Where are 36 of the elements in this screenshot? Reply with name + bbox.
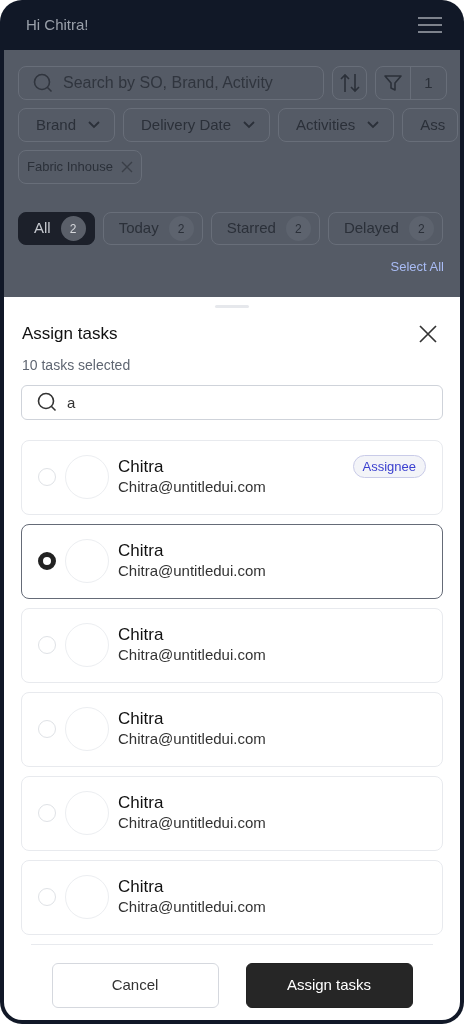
- assign-button[interactable]: Assign tasks: [245, 962, 413, 1008]
- count-badge: 2: [60, 216, 86, 241]
- user-name: Chitra: [118, 877, 165, 898]
- sort-button[interactable]: [332, 66, 367, 100]
- user-email: Chitra@untitledui.com: [118, 813, 266, 833]
- sort-icon: [338, 72, 361, 94]
- user-email: Chitra@untitledui.com: [118, 897, 266, 917]
- menu-icon[interactable]: [418, 16, 442, 34]
- filter-icon: [383, 73, 403, 93]
- assignee-badge: Assignee: [352, 454, 426, 478]
- close-icon[interactable]: [419, 324, 437, 343]
- selected-count-text: 10 tasks selected: [22, 356, 131, 373]
- user-option[interactable]: Chitra Chitra@untitledui.com: [21, 691, 443, 767]
- search-field[interactable]: a: [21, 384, 443, 420]
- user-option[interactable]: Chitra Chitra@untitledui.com: [21, 607, 443, 683]
- search-icon: [37, 391, 57, 412]
- user-name: Chitra: [118, 793, 165, 814]
- user-option[interactable]: Chitra Chitra@untitledui.com: [21, 523, 443, 599]
- user-email: Chitra@untitledui.com: [118, 477, 266, 497]
- cancel-button[interactable]: Cancel: [51, 962, 219, 1008]
- user-email: Chitra@untitledui.com: [118, 729, 266, 749]
- select-all-link[interactable]: Select All: [390, 257, 444, 277]
- user-name: Chitra: [118, 457, 165, 478]
- user-name: Chitra: [118, 541, 165, 562]
- greeting-text: Hi Chitra!: [26, 14, 89, 35]
- user-name: Chitra: [118, 709, 165, 730]
- segment-tab[interactable]: All 2: [18, 212, 95, 245]
- user-email: Chitra@untitledui.com: [118, 561, 266, 581]
- search-icon: [33, 73, 53, 93]
- user-option[interactable]: Chitra Chitra@untitledui.com Assignee: [21, 439, 443, 515]
- user-option[interactable]: Chitra Chitra@untitledui.com: [21, 775, 443, 851]
- user-name: Chitra: [118, 625, 165, 646]
- user-email: Chitra@untitledui.com: [118, 645, 266, 665]
- sheet-title: Assign tasks: [22, 323, 118, 345]
- user-option[interactable]: Chitra Chitra@untitledui.com: [21, 859, 443, 935]
- radio-button[interactable]: [38, 552, 56, 570]
